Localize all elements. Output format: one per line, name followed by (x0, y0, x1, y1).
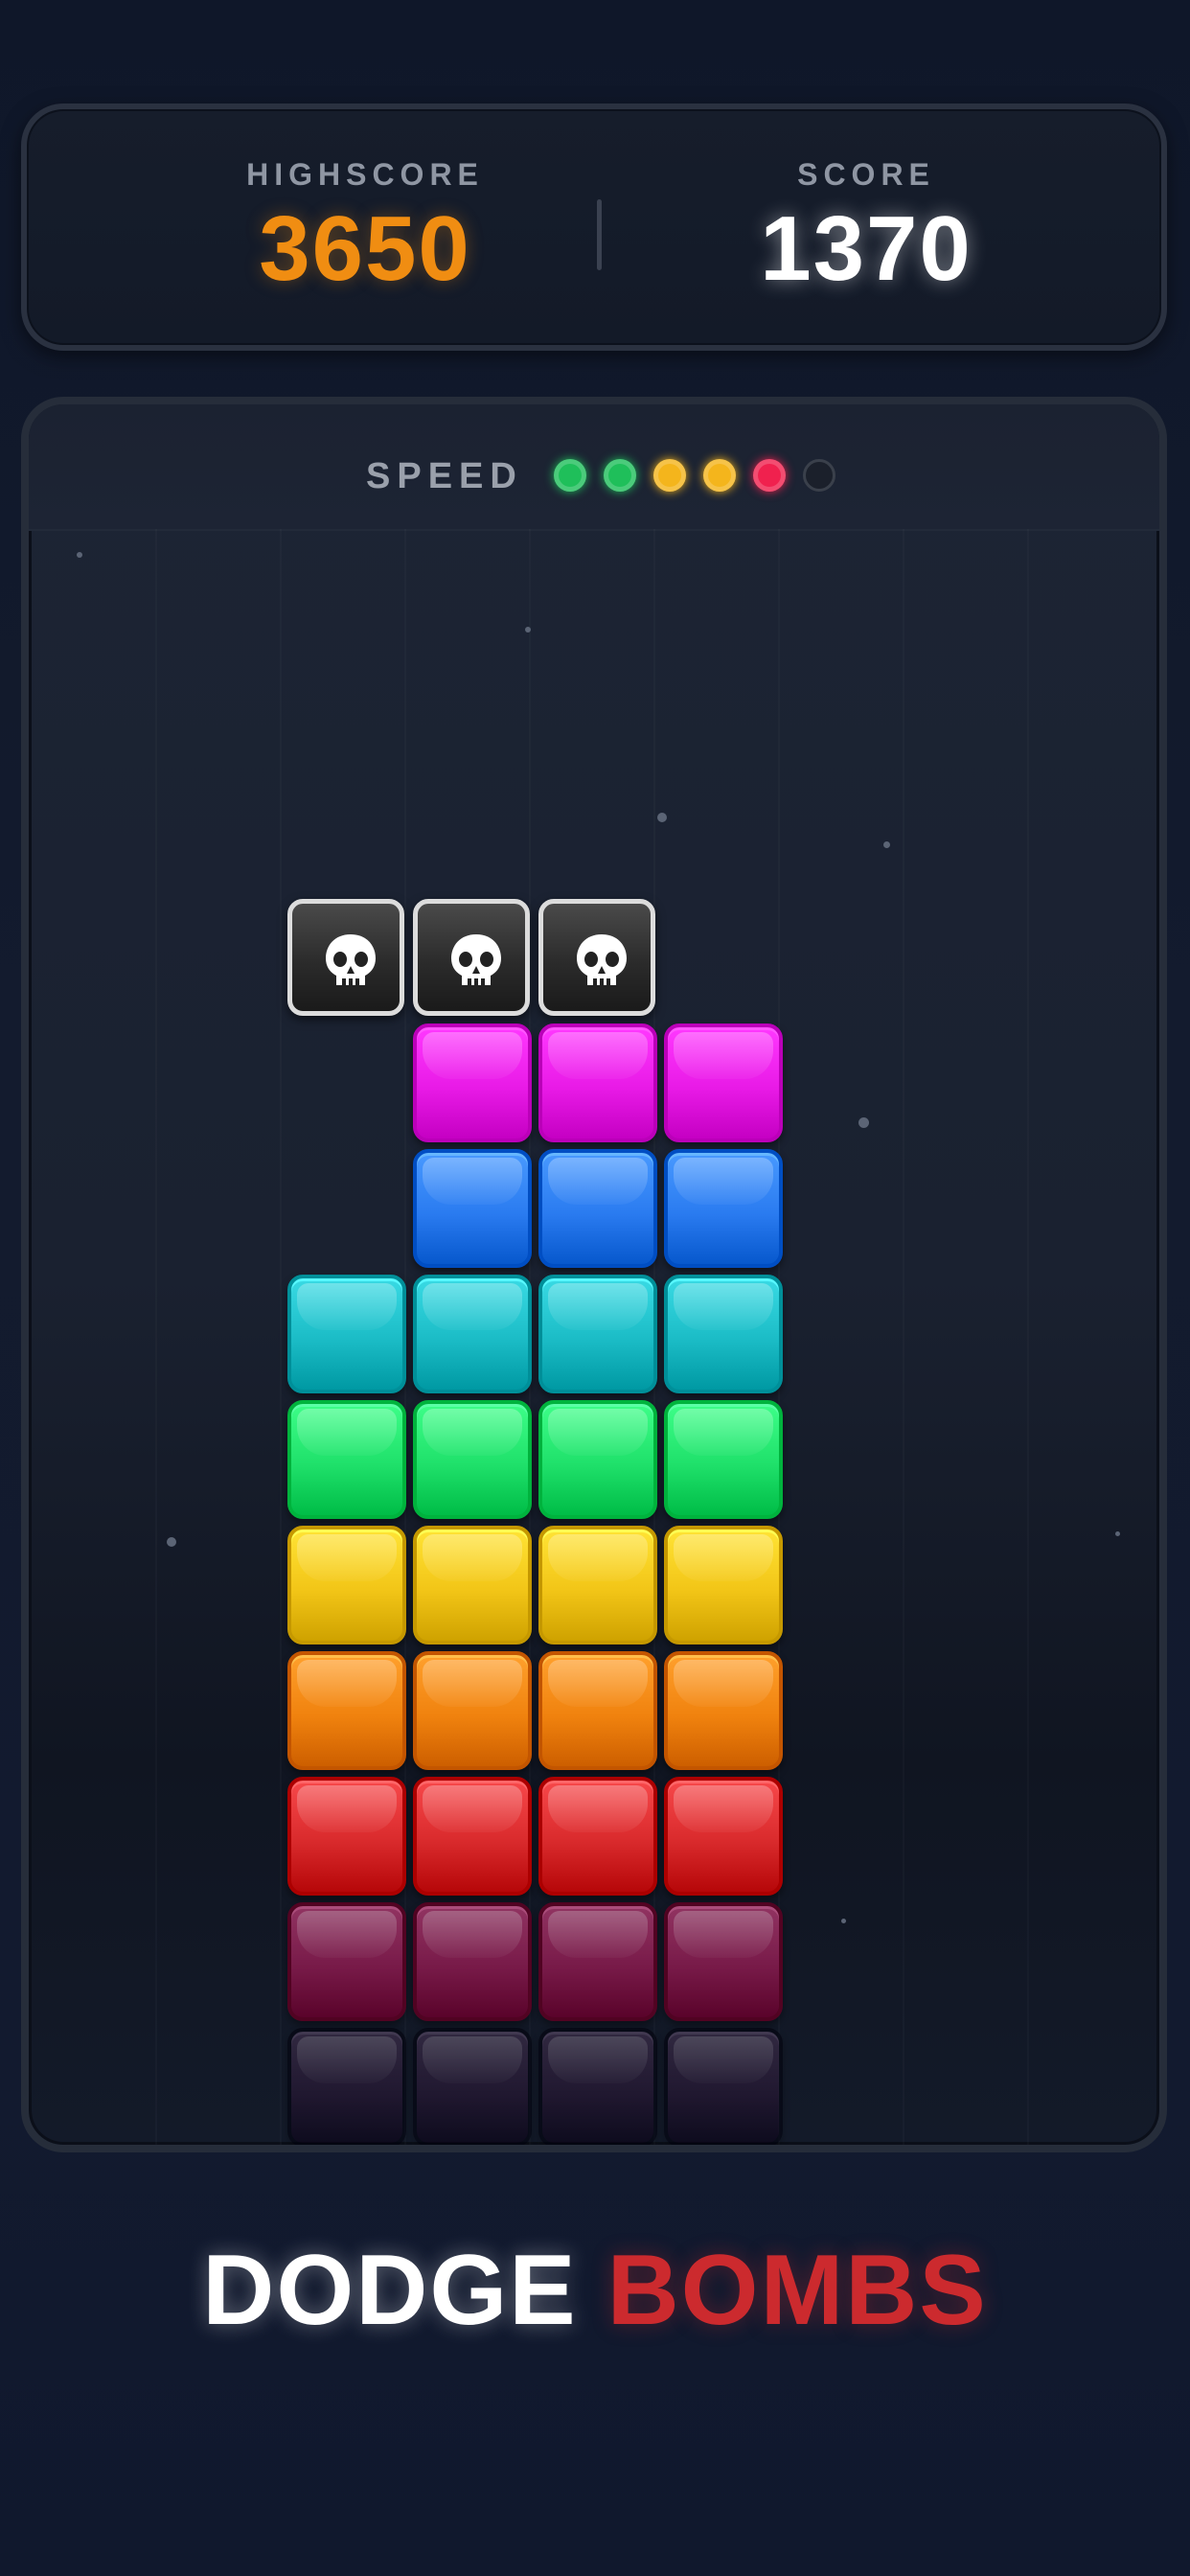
block-green (538, 1400, 657, 1519)
bomb-block (413, 899, 530, 1016)
score-section: SCORE 1370 (675, 157, 1058, 302)
block-yellow (413, 1526, 532, 1644)
tagline: DODGE BOMBS (0, 2233, 1190, 2348)
block-cyan (664, 1275, 783, 1393)
block-green (413, 1400, 532, 1519)
block-orange (413, 1651, 532, 1770)
speed-dot-active (554, 459, 586, 492)
tagline-word-dodge: DODGE (202, 2235, 578, 2346)
block-cyan (538, 1275, 657, 1393)
game-board[interactable]: SPEED (21, 397, 1167, 2152)
block-red (664, 1777, 783, 1896)
bomb-block (538, 899, 655, 1016)
bomb-block (287, 899, 404, 1016)
speed-dot-inactive (803, 459, 835, 492)
block-green (664, 1400, 783, 1519)
block-blue (664, 1149, 783, 1268)
highscore-label: HIGHSCORE (246, 157, 484, 192)
skull-icon (451, 934, 501, 988)
star-particle (77, 552, 82, 558)
tagline-word-bombs: BOMBS (606, 2235, 988, 2346)
block-red (538, 1777, 657, 1896)
block-magenta (664, 1024, 783, 1142)
score-divider (597, 199, 602, 270)
block-purple (413, 2028, 532, 2145)
block-orange (287, 1651, 406, 1770)
star-particle (841, 1919, 846, 1923)
star-particle (1115, 1531, 1120, 1536)
block-crimson (413, 1902, 532, 2021)
grid-line (155, 529, 157, 2145)
block-purple (538, 2028, 657, 2145)
block-crimson (664, 1902, 783, 2021)
speed-dot-active (653, 459, 686, 492)
block-orange (538, 1651, 657, 1770)
board-header: SPEED (29, 404, 1159, 531)
skull-icon (577, 934, 627, 988)
grid-line (280, 529, 282, 2145)
block-crimson (538, 1902, 657, 2021)
speed-dot-active (604, 459, 636, 492)
block-green (287, 1400, 406, 1519)
highscore-value: 3650 (259, 197, 471, 300)
star-particle (858, 1117, 869, 1128)
star-particle (883, 841, 890, 848)
speed-label: SPEED (366, 456, 523, 496)
block-purple (287, 2028, 406, 2145)
block-red (287, 1777, 406, 1896)
score-panel: HIGHSCORE 3650 SCORE 1370 (21, 104, 1167, 351)
speed-dot-active (703, 459, 736, 492)
block-yellow (287, 1526, 406, 1644)
block-purple (664, 2028, 783, 2145)
block-red (413, 1777, 532, 1896)
skull-icon (326, 934, 376, 988)
grid-line (903, 529, 904, 2145)
block-yellow (664, 1526, 783, 1644)
block-blue (538, 1149, 657, 1268)
block-cyan (287, 1275, 406, 1393)
highscore-section: HIGHSCORE 3650 (173, 157, 557, 302)
block-magenta (538, 1024, 657, 1142)
grid-line (1027, 529, 1029, 2145)
star-particle (525, 627, 531, 632)
block-blue (413, 1149, 532, 1268)
block-yellow (538, 1526, 657, 1644)
score-label: SCORE (797, 157, 935, 192)
star-particle (657, 813, 667, 822)
score-value: 1370 (760, 197, 973, 300)
block-crimson (287, 1902, 406, 2021)
block-magenta (413, 1024, 532, 1142)
speed-dot-active (753, 459, 786, 492)
block-cyan (413, 1275, 532, 1393)
star-particle (167, 1537, 176, 1547)
block-orange (664, 1651, 783, 1770)
